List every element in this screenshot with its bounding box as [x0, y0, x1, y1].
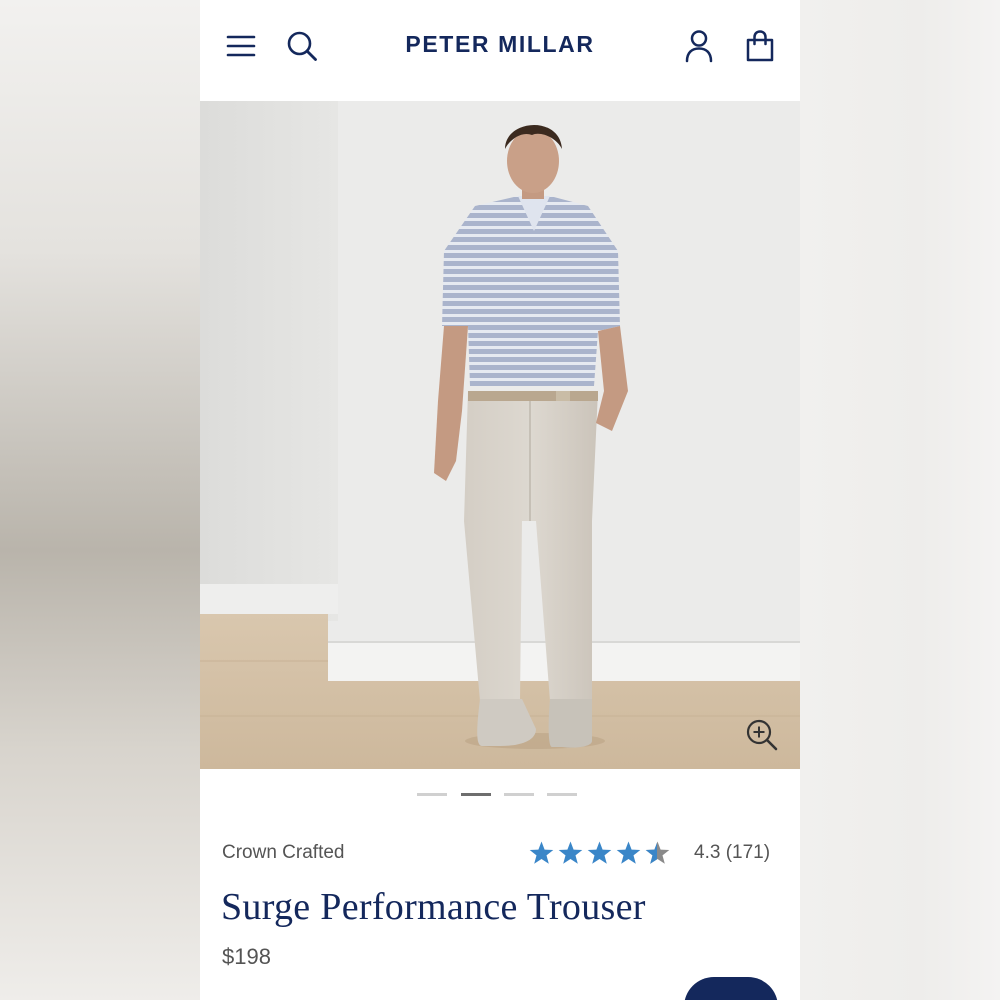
account-icon[interactable] — [684, 29, 714, 63]
product-title: Surge Performance Trouser — [221, 886, 646, 928]
star-icon — [616, 841, 641, 864]
star-partial-icon — [645, 841, 670, 864]
carousel-dot[interactable] — [417, 793, 447, 796]
product-photo — [200, 101, 800, 769]
shopping-bag-icon[interactable] — [744, 29, 776, 63]
carousel-dot[interactable] — [504, 793, 534, 796]
background-left-blur — [0, 0, 200, 1000]
collection-label[interactable]: Crown Crafted — [222, 842, 345, 864]
carousel-dot[interactable] — [547, 793, 577, 796]
star-icon — [529, 841, 554, 864]
site-header: PETER MILLAR — [200, 0, 800, 100]
product-page: PETER MILLAR Crown Crafted 4.3 (171) Sur… — [200, 0, 800, 1000]
star-rating[interactable] — [529, 836, 675, 868]
product-price: $198 — [222, 944, 271, 969]
zoom-in-icon[interactable] — [745, 718, 779, 752]
brand-logo[interactable]: PETER MILLAR — [350, 31, 650, 58]
background-right-blur — [800, 0, 1000, 1000]
star-icon — [587, 841, 612, 864]
star-icon — [558, 841, 583, 864]
floating-action-button[interactable] — [684, 977, 778, 1000]
rating-summary[interactable]: 4.3 (171) — [694, 842, 770, 864]
carousel-indicators — [200, 793, 800, 799]
carousel-dot-active[interactable] — [461, 793, 491, 796]
search-icon[interactable] — [286, 30, 318, 62]
menu-icon[interactable] — [226, 33, 256, 59]
product-image[interactable] — [200, 101, 800, 769]
